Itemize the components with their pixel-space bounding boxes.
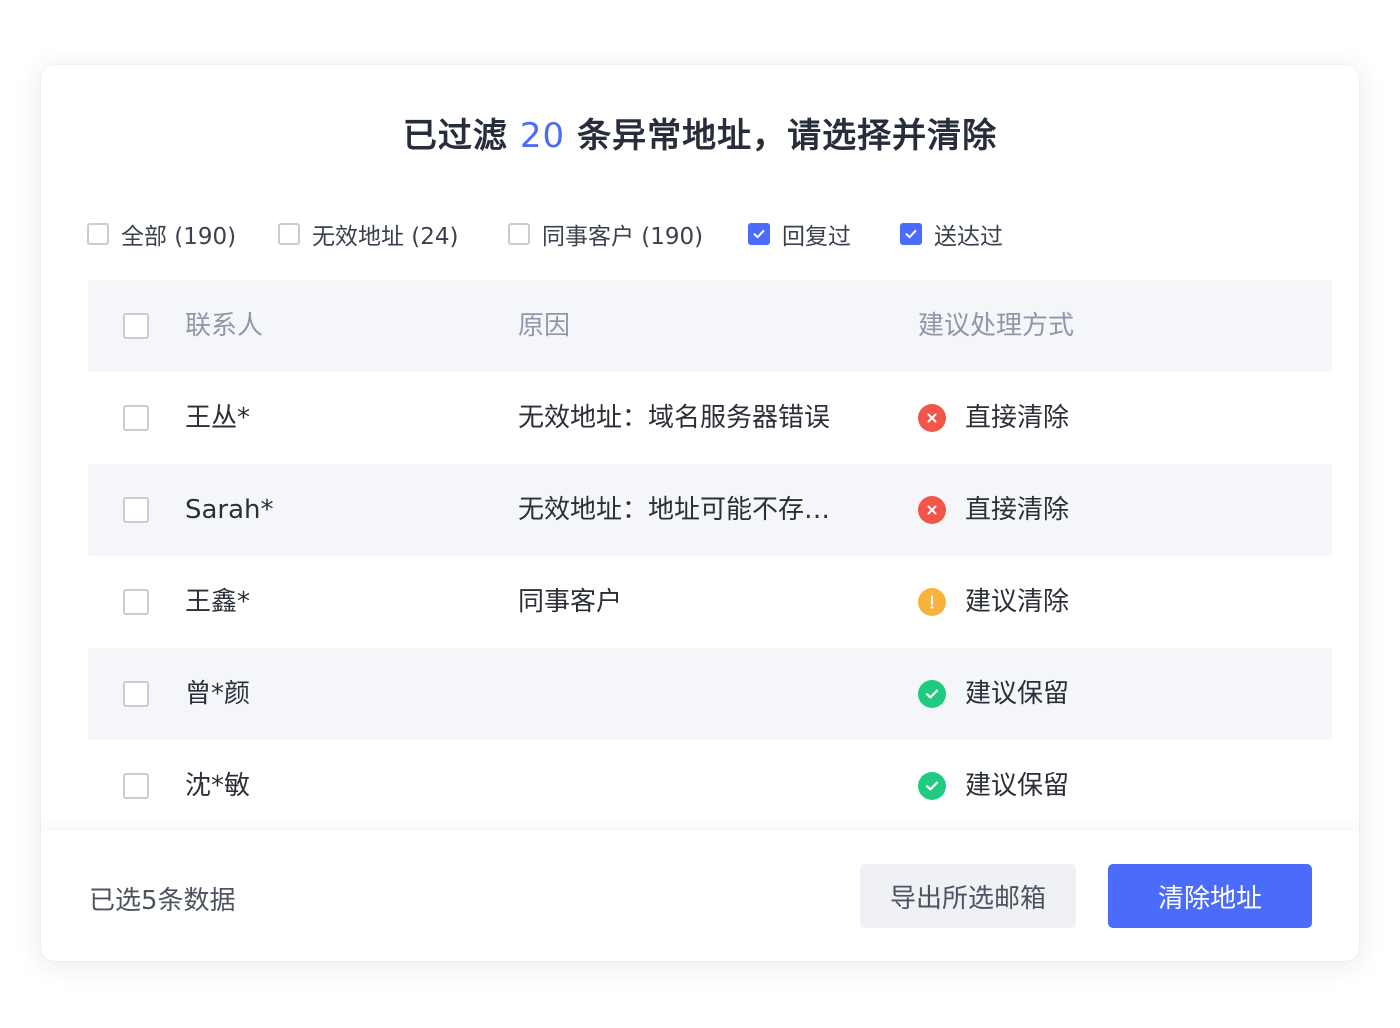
title-count: 20 (519, 116, 566, 156)
exclamation-circle-icon (918, 588, 946, 616)
dialog-title: 已过滤 20 条异常地址，请选择并清除 (41, 108, 1359, 157)
row-action-label: 直接清除 (965, 403, 1070, 433)
filter-delivered[interactable]: 送达过 (900, 217, 1003, 251)
header-contact: 联系人 (185, 311, 264, 341)
row-checkbox[interactable] (123, 773, 149, 799)
filter-invalid-label: 无效地址 (24) (312, 224, 459, 250)
header-action: 建议处理方式 (918, 311, 1075, 341)
filter-dialog: 已过滤 20 条异常地址，请选择并清除 全部 (190) 无效地址 (24) 同事客… (41, 65, 1359, 961)
row-checkbox[interactable] (123, 589, 149, 615)
row-action-label: 直接清除 (965, 495, 1070, 525)
table-row[interactable]: Sarah* 无效地址：地址可能不存… 直接清除 (88, 464, 1332, 556)
check-circle-icon (918, 680, 946, 708)
row-action-label: 建议清除 (965, 587, 1070, 617)
filter-all-label: 全部 (190) (121, 224, 237, 250)
title-suffix: 条异常地址，请选择并清除 (577, 116, 998, 156)
row-contact: 沈*敏 (185, 771, 251, 801)
export-selected-button[interactable]: 导出所选邮箱 (860, 864, 1076, 928)
row-reason (518, 740, 858, 832)
address-table: 联系人 原因 建议处理方式 王丛* 无效地址：域名服务器错误 直接清除 Sara… (88, 280, 1332, 832)
filter-all[interactable]: 全部 (190) (87, 217, 278, 251)
selected-count: 已选5条数据 (89, 886, 236, 916)
row-action-label: 建议保留 (965, 679, 1070, 709)
filter-invalid[interactable]: 无效地址 (24) (278, 217, 508, 251)
filter-replied[interactable]: 回复过 (748, 217, 900, 251)
filter-delivered-checkbox[interactable] (900, 223, 922, 245)
dialog-footer: 已选5条数据 导出所选邮箱 清除地址 (41, 831, 1359, 961)
filter-colleague-label: 同事客户 (190) (542, 224, 704, 250)
row-reason (518, 648, 858, 740)
row-contact: 曾*颜 (185, 679, 251, 709)
close-circle-icon (918, 404, 946, 432)
row-action: 直接清除 (918, 464, 1069, 556)
table-header: 联系人 原因 建议处理方式 (88, 280, 1332, 372)
table-row[interactable]: 曾*颜 建议保留 (88, 648, 1332, 740)
row-checkbox[interactable] (123, 497, 149, 523)
row-reason: 无效地址：域名服务器错误 (518, 403, 831, 433)
row-action: 建议保留 (918, 740, 1069, 832)
select-all-checkbox[interactable] (123, 313, 149, 339)
table-row[interactable]: 王丛* 无效地址：域名服务器错误 直接清除 (88, 372, 1332, 464)
filter-invalid-checkbox[interactable] (278, 223, 300, 245)
row-action: 直接清除 (918, 372, 1069, 464)
filter-delivered-label: 送达过 (934, 224, 1003, 250)
filter-all-checkbox[interactable] (87, 223, 109, 245)
row-checkbox[interactable] (123, 681, 149, 707)
row-contact: 王丛* (185, 403, 251, 433)
row-action: 建议清除 (918, 556, 1069, 648)
filter-colleague[interactable]: 同事客户 (190) (508, 217, 748, 251)
filter-bar: 全部 (190) 无效地址 (24) 同事客户 (190) 回复过 送达过 (87, 217, 1003, 251)
row-action: 建议保留 (918, 648, 1069, 740)
title-prefix: 已过滤 (402, 116, 508, 156)
row-reason: 同事客户 (518, 587, 623, 617)
filter-replied-checkbox[interactable] (748, 223, 770, 245)
filter-colleague-checkbox[interactable] (508, 223, 530, 245)
check-circle-icon (918, 772, 946, 800)
row-contact: Sarah* (185, 495, 274, 525)
header-reason: 原因 (518, 311, 571, 341)
table-row[interactable]: 沈*敏 建议保留 (88, 740, 1332, 832)
close-circle-icon (918, 496, 946, 524)
table-row[interactable]: 王鑫* 同事客户 建议清除 (88, 556, 1332, 648)
clear-address-button[interactable]: 清除地址 (1108, 864, 1312, 928)
row-reason: 无效地址：地址可能不存… (518, 495, 831, 525)
row-contact: 王鑫* (185, 587, 251, 617)
row-action-label: 建议保留 (965, 771, 1070, 801)
row-checkbox[interactable] (123, 405, 149, 431)
filter-replied-label: 回复过 (782, 224, 851, 250)
